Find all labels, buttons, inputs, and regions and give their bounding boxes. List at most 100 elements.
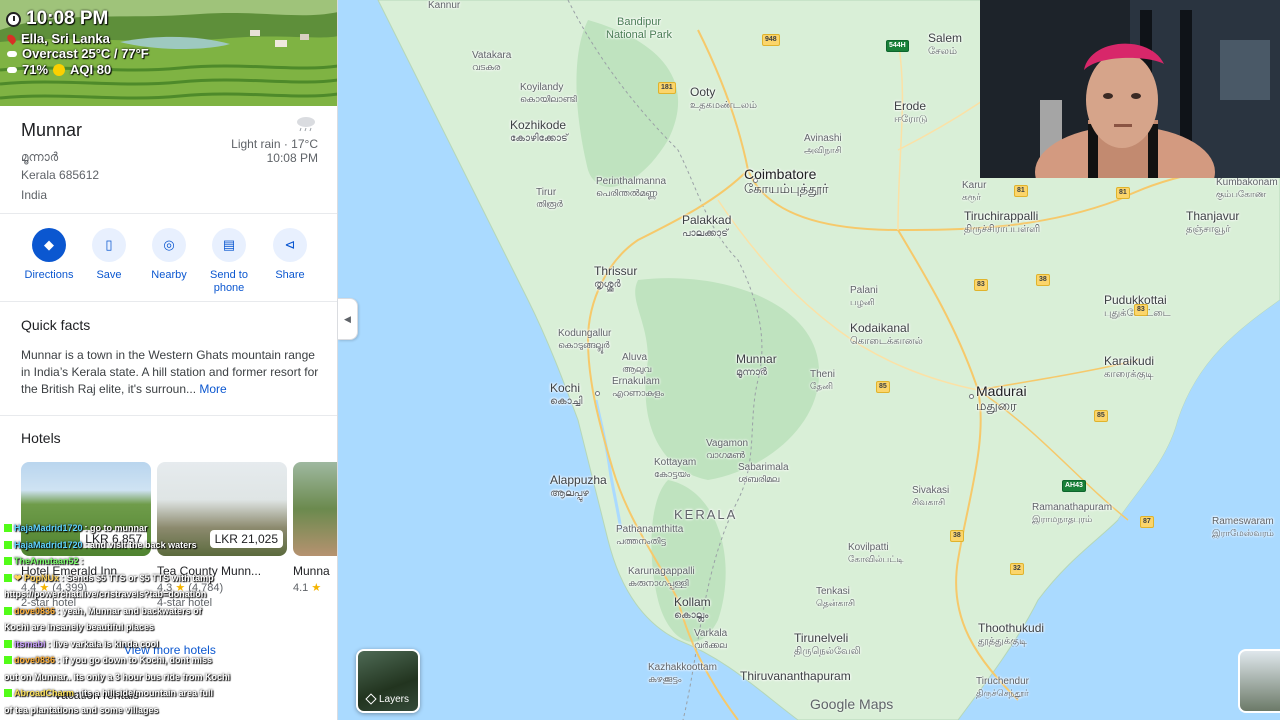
map-label-thrissur[interactable]: Thrissur തൃശ്ശൂർ [594,264,637,290]
map-label-kumbakonam[interactable]: Kumbakonam கும்பகோண [1216,177,1278,199]
map-label-coimbatore[interactable]: Coimbatore கோயம்புத்தூர் [744,166,829,197]
map-label-avinashi[interactable]: Avinashi அவிநாசி [804,133,842,155]
highway-shield: 85 [1094,410,1108,422]
place-hero-image[interactable]: 10:08 PM Ella, Sri Lanka Overcast 25°C /… [0,0,337,106]
nearby-button[interactable]: ◎ Nearby [139,228,199,282]
map-label-palani[interactable]: Palani பழனி [850,285,878,307]
map-label-karur[interactable]: Karur கரூர் [962,180,986,202]
map-label-perinthalmanna[interactable]: Perinthalmanna പെരിന്തൽമണ്ണ [596,176,666,198]
highway-shield: 38 [1036,274,1050,286]
chat-username: itsmabi [14,638,46,649]
rain-cloud-icon [7,66,17,73]
chat-username: ❤ PopNUx [14,572,60,583]
map-label-pathanamthitta[interactable]: Pathanamthitta പത്തനംതിട്ട [616,524,683,546]
map-label-tiruchirappalli[interactable]: Tiruchirappalli திருச்சிராப்பள்ளி [964,209,1040,235]
map-label-tiruchendur[interactable]: Tiruchendur திருச்செந்தூர் [976,676,1029,698]
chat-username: TheAmutaan52 [14,556,79,566]
highway-shield: 32 [1010,563,1024,575]
google-maps-attribution: Google Maps [810,696,894,712]
quick-facts-body: Munnar is a town in the Western Ghats mo… [21,347,321,398]
map-label-rameswaram[interactable]: Rameswaram இராமேஸ்வரம் [1212,516,1274,538]
chat-message: itsmabi: live varkala is kinda cool [4,636,254,653]
screen: Kannur Bandipur National Park Vatakara വട… [0,0,1280,720]
chat-message: dove0836: if you go down to Kochi, dont … [4,652,254,669]
chevron-left-icon: ◀ [344,313,351,324]
chat-message: of tea plantations and some villages [4,702,254,719]
map-label-thoothukudi[interactable]: Thoothukudi தூத்துக்குடி [978,621,1044,647]
chat-message: out on Munnar.. its only a 3 hour bus ri… [4,669,254,686]
share-button[interactable]: ⊲ Share [260,228,320,282]
highway-shield: 85 [876,381,890,393]
save-label: Save [96,269,122,281]
chat-text: : Sends $5 TTS or $5 TTS with tamp [61,572,214,583]
place-state-postal: Kerala 685612 [21,168,100,182]
map-label-vagamon[interactable]: Vagamon വാഗമൺ [706,438,748,460]
map-label-kochi[interactable]: Kochi കൊച്ചി [550,381,582,407]
chat-message: https://powerchat.live/cristravels?tab=d… [4,586,254,603]
highway-shield: 81 [1116,187,1130,199]
action-bar: ◆ Directions ▯ Save ◎ Nearby ▤ Send to p… [0,214,337,302]
directions-icon: ◆ [32,228,66,262]
layers-button[interactable]: Layers [356,649,420,713]
map-label-kollam[interactable]: Kollam കൊല്ലം [674,595,711,621]
map-label-theni[interactable]: Theni தேனி [810,369,835,391]
map-label-kannur[interactable]: Kannur [428,0,460,12]
map-label-salem[interactable]: Salem சேலம் [928,31,962,57]
hotel-rating: 4.1 [293,582,309,594]
cloud-icon [7,51,17,58]
map-label-erode[interactable]: Erode ஈரோடு [894,99,927,125]
map-label-kozhikode[interactable]: Kozhikode കോഴിക്കോട് [510,118,568,144]
chat-message: HajaMadrid1720: and visit the back water… [4,537,254,554]
map-label-munnar[interactable]: Munnar മൂന്നാർ [736,352,777,378]
map-label-kazhakkoottam[interactable]: Kazhakkoottam കഴക്കൂട്ടം [648,662,717,684]
hotel-card[interactable]: Munna 4.1 ★ [293,462,337,594]
directions-button[interactable]: ◆ Directions [19,228,79,282]
map-label-ramanathapuram[interactable]: Ramanathapuram இராமநாதபுரம் [1032,502,1112,524]
map-label-tirur[interactable]: Tirur തിരൂർ [536,187,563,209]
chat-text: : and visit the back waters [84,539,197,550]
chat-username: dove0836 [14,655,56,665]
clock-icon [6,11,21,27]
map-label-aluva[interactable]: Aluva ആലുവ [622,352,651,374]
map-label-tenkasi[interactable]: Tenkasi தென்காசி [816,586,855,608]
nearby-icon: ◎ [152,228,186,262]
map-label-sabarimala[interactable]: Sabarimala ശബരിമല [738,462,789,484]
map-label-thiruvananthapuram[interactable]: Thiruvananthapuram [740,669,851,684]
street-view-thumbnail[interactable] [1238,649,1280,713]
map-label-koyilandy[interactable]: Koyilandy കൊയിലാണ്ടി [520,82,577,104]
map-label-kottayam[interactable]: Kottayam കോട്ടയം [654,457,696,479]
quick-facts-more-link[interactable]: More [199,382,226,396]
map-label-kovilpatti[interactable]: Kovilpatti கோவில்பட்டி [848,542,904,564]
save-button[interactable]: ▯ Save [79,228,139,282]
overlay-time: 10:08 PM [26,8,109,29]
send-to-phone-icon: ▤ [212,228,246,262]
map-label-alappuzha[interactable]: Alappuzha ആലപ്പുഴ [550,473,607,499]
weather-time: 10:08 PM [266,150,318,165]
map-label-sivakasi[interactable]: Sivakasi சிவகாசி [912,485,949,507]
chat-username: HajaMadrid1720 [14,539,83,550]
map-label-palakkad[interactable]: Palakkad പാലക്കാട് [682,213,731,239]
share-label: Share [275,269,305,281]
pin-icon [5,32,18,45]
overlay-weather: Overcast 25°C / 77°F [22,46,149,62]
chat-message: AbroadCharm: its a hillside/mountain are… [4,685,254,702]
map-label-thanjavur[interactable]: Thanjavur தஞ்சாவூர் [1186,209,1239,235]
map-label-tirunelveli[interactable]: Tirunelveli திருநெல்வேலி [794,631,861,657]
share-icon: ⊲ [273,228,307,262]
map-label-kodaikanal[interactable]: Kodaikanal கொடைக்கானல் [850,321,923,347]
map-label-karunagappalli[interactable]: Karunagappalli കരുനാഗപ്പള്ളി [628,566,695,588]
map-label-ernakulam[interactable]: Ernakulam എറണാകുളം [612,376,664,398]
collapse-panel-button[interactable]: ◀ [338,298,358,340]
map-label-kodungallur[interactable]: Kodungallur കൊടുങ്ങല്ലൂർ [558,328,611,350]
map-label-karaikudi[interactable]: Karaikudi காரைக்குடி [1104,354,1154,380]
map-label-bandipur[interactable]: Bandipur National Park [606,16,672,41]
map-label-madurai[interactable]: Madurai மதுரை [976,383,1027,414]
chat-username: dove0836 [14,605,56,616]
map-label-varkala[interactable]: Varkala വർക്കല [694,628,727,650]
map-label-vatakara[interactable]: Vatakara വടകര [472,50,511,72]
send-to-phone-button[interactable]: ▤ Send to phone [199,228,259,295]
send-to-phone-label: Send to phone [210,269,248,295]
map-label-ooty[interactable]: Ooty உதகமண்டலம் [690,85,757,111]
chat-badge-icon [4,573,12,582]
chat-text: : if you go down to Kochi, dont miss [57,655,213,665]
